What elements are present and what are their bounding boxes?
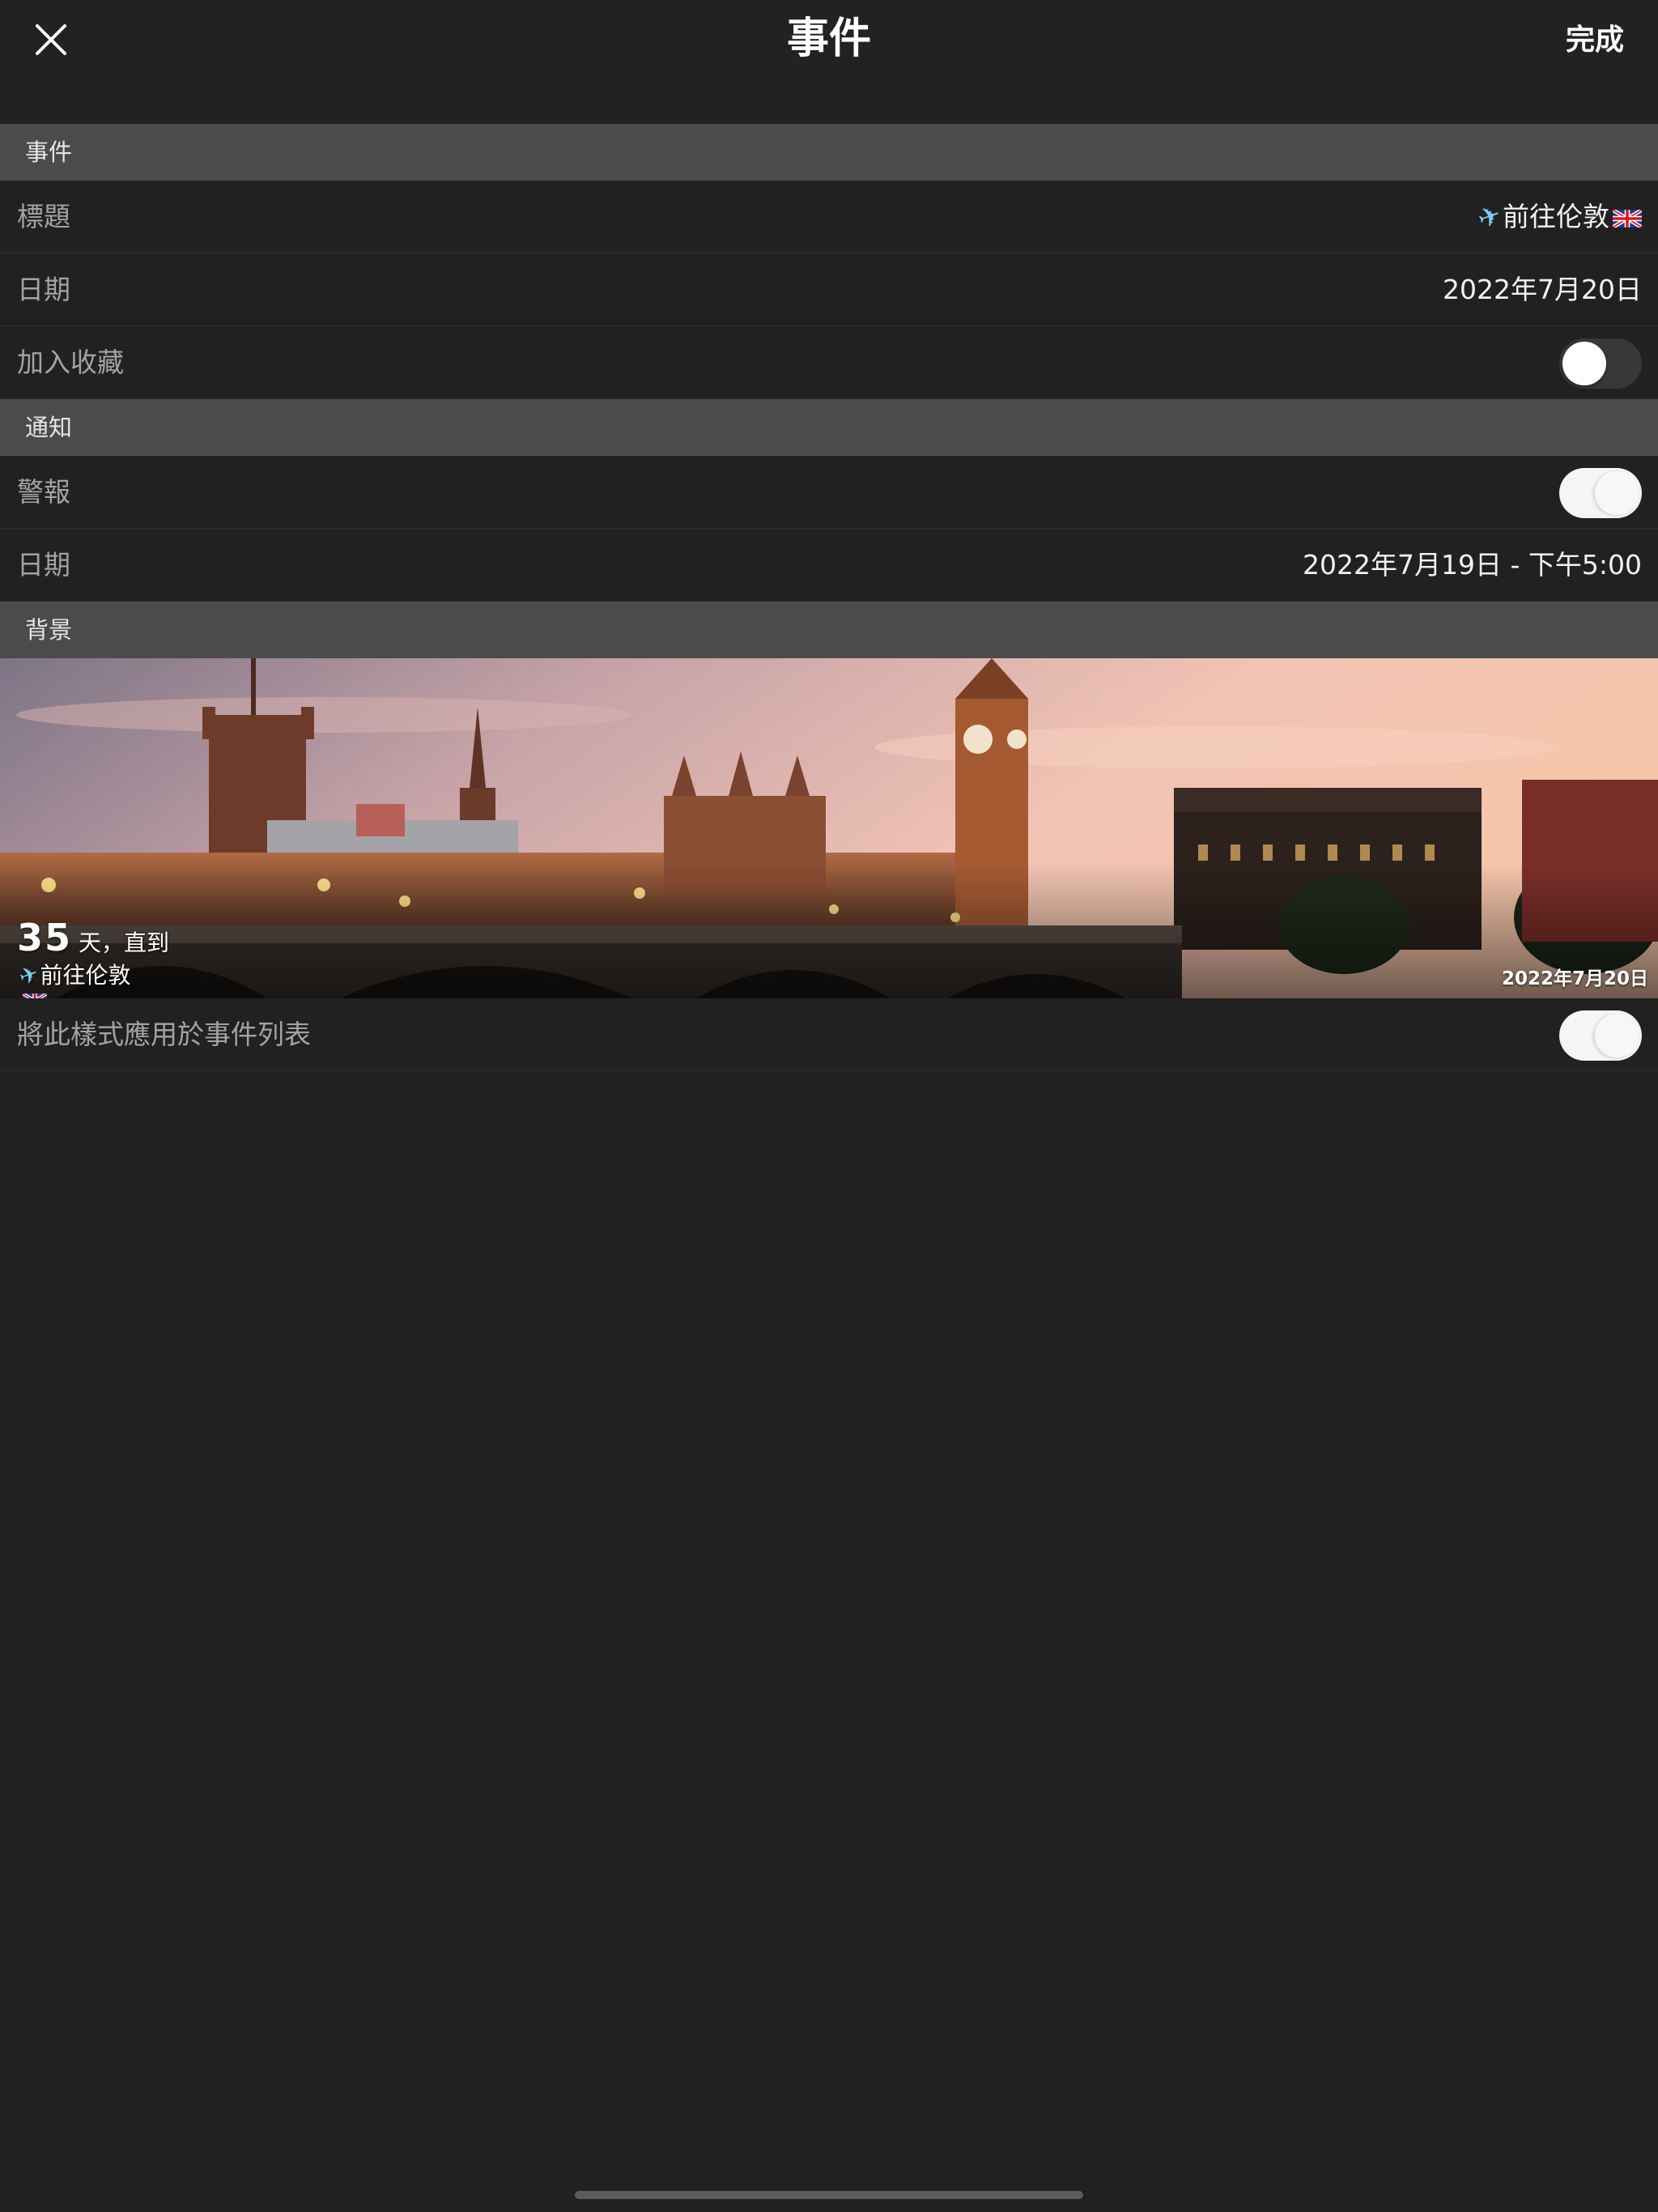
alert-label: 警報 bbox=[17, 476, 70, 508]
title-text: 前往伦敦 bbox=[1503, 201, 1609, 232]
page-title: 事件 bbox=[786, 15, 871, 63]
countdown-days: 35 bbox=[17, 916, 73, 959]
date-value[interactable]: 2022年7月20日 bbox=[1443, 253, 1642, 326]
navigation-bar: 事件 完成 bbox=[0, 0, 1658, 124]
apply-style-toggle[interactable] bbox=[1559, 1010, 1642, 1061]
apply-style-row: 將此樣式應用於事件列表 bbox=[0, 998, 1658, 1071]
date-label: 日期 bbox=[17, 274, 70, 305]
section-header-notification: 通知 bbox=[0, 399, 1658, 456]
london-skyline-image bbox=[0, 658, 1658, 998]
alert-row: 警報 bbox=[0, 456, 1658, 529]
toggle-knob bbox=[1595, 471, 1639, 515]
section-header-background: 背景 bbox=[0, 602, 1658, 658]
toggle-knob bbox=[1595, 1014, 1639, 1057]
countdown-suffix: 天，直到 bbox=[79, 929, 170, 956]
title-value[interactable]: ✈前往伦敦 bbox=[1473, 181, 1642, 253]
favorite-label: 加入收藏 bbox=[17, 347, 124, 378]
done-button[interactable]: 完成 bbox=[1566, 18, 1624, 63]
favorite-toggle[interactable] bbox=[1559, 338, 1642, 389]
countdown-label: 35 天，直到 bbox=[17, 917, 169, 963]
alert-toggle[interactable] bbox=[1559, 468, 1642, 518]
title-label: 標題 bbox=[17, 201, 70, 232]
background-image-preview[interactable]: 35 天，直到 ✈前往伦敦 2022年7月20日 bbox=[0, 658, 1658, 998]
notification-date-value[interactable]: 2022年7月19日 - 下午5:00 bbox=[1303, 529, 1642, 602]
home-indicator[interactable] bbox=[575, 2191, 1083, 2199]
banner-title-text: 前往伦敦 bbox=[40, 962, 131, 989]
toggle-knob bbox=[1562, 342, 1606, 385]
banner-event-title: ✈前往伦敦 bbox=[15, 958, 131, 998]
uk-flag-icon bbox=[1613, 209, 1642, 228]
notification-date-row[interactable]: 日期 2022年7月19日 - 下午5:00 bbox=[0, 529, 1658, 602]
date-row[interactable]: 日期 2022年7月20日 bbox=[0, 253, 1658, 326]
favorite-row: 加入收藏 bbox=[0, 326, 1658, 399]
notification-date-label: 日期 bbox=[17, 549, 70, 581]
apply-style-label: 將此樣式應用於事件列表 bbox=[17, 1019, 311, 1050]
title-row[interactable]: 標題 ✈前往伦敦 bbox=[0, 181, 1658, 253]
banner-event-date: 2022年7月20日 bbox=[1501, 968, 1648, 989]
section-header-event: 事件 bbox=[0, 124, 1658, 181]
